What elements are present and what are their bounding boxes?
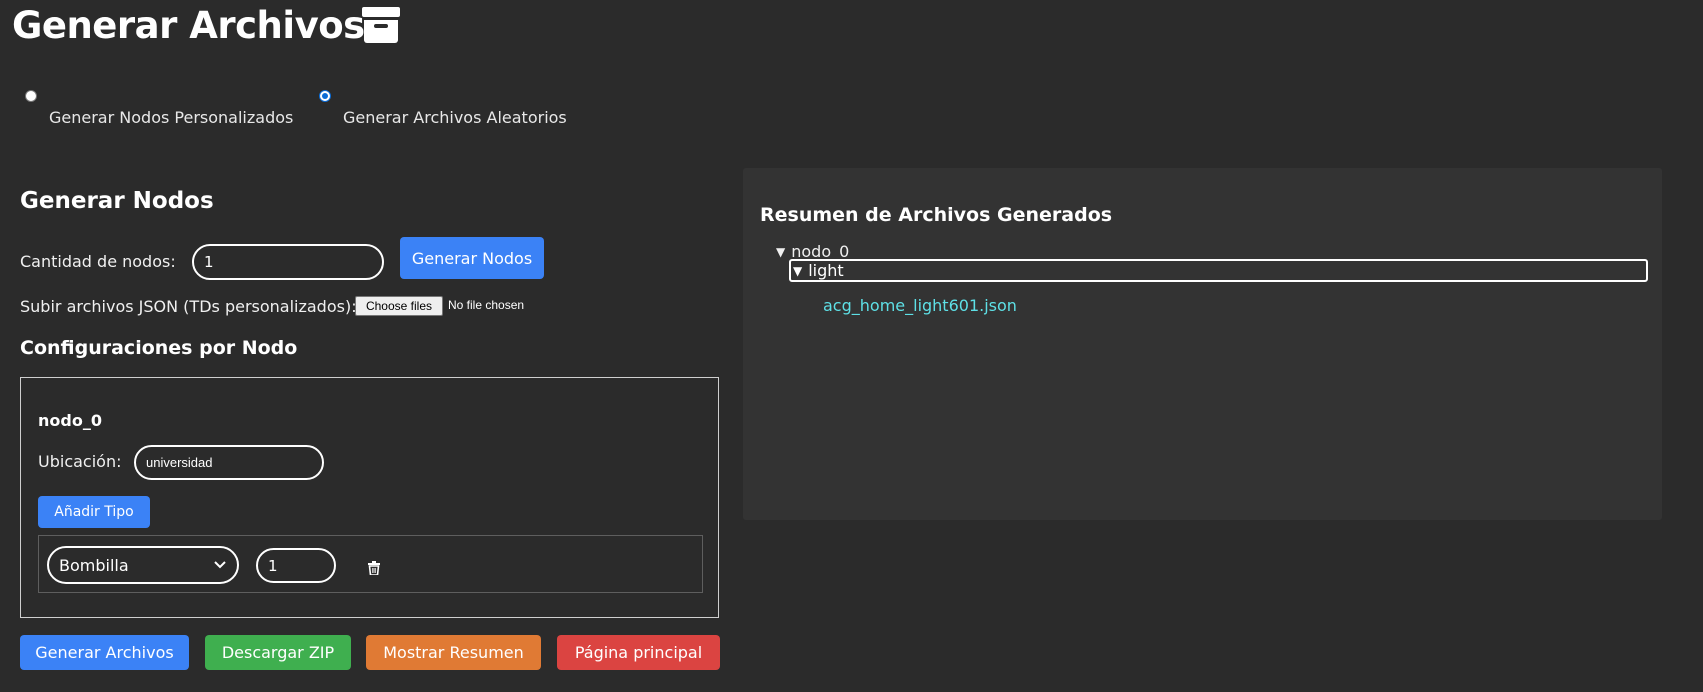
location-input[interactable]: universidad	[134, 445, 324, 480]
location-label: Ubicación:	[38, 452, 122, 471]
type-quantity-input[interactable]: 1	[256, 548, 336, 583]
node-count-input[interactable]: 1	[192, 244, 384, 280]
tree-folder-label: light	[808, 261, 844, 280]
expand-triangle-icon: ▼	[776, 244, 786, 259]
radio-option-custom-nodes[interactable]: Generar Nodos Personalizados	[25, 90, 293, 127]
radio-custom-nodes[interactable]	[25, 90, 37, 102]
radio-option-random-files[interactable]: Generar Archivos Aleatorios	[319, 90, 567, 127]
choose-files-button[interactable]: Choose files	[355, 296, 443, 316]
show-summary-button[interactable]: Mostrar Resumen	[366, 635, 541, 670]
tree-folder-light[interactable]: ▼ light	[789, 259, 1648, 282]
expand-triangle-icon: ▼	[793, 263, 803, 278]
home-page-button[interactable]: Página principal	[557, 635, 720, 670]
page-title: Generar Archivos	[12, 4, 365, 47]
summary-heading: Resumen de Archivos Generados	[760, 204, 1113, 226]
type-select[interactable]: Bombilla	[47, 546, 239, 584]
archive-icon	[362, 7, 400, 43]
node-name: nodo_0	[38, 411, 102, 430]
radio-label-custom-nodes: Generar Nodos Personalizados	[49, 108, 294, 127]
chevron-down-icon	[214, 561, 226, 569]
download-zip-button[interactable]: Descargar ZIP	[205, 635, 351, 670]
add-type-button[interactable]: Añadir Tipo	[38, 496, 150, 528]
generate-nodes-button[interactable]: Generar Nodos	[400, 237, 544, 279]
radio-label-random-files: Generar Archivos Aleatorios	[343, 108, 567, 127]
type-select-value: Bombilla	[59, 555, 129, 575]
trash-icon[interactable]	[367, 561, 381, 575]
generated-file-link[interactable]: acg_home_light601.json	[823, 296, 1017, 315]
generate-nodes-heading: Generar Nodos	[20, 188, 214, 214]
radio-random-files[interactable]	[319, 90, 331, 102]
generate-files-button[interactable]: Generar Archivos	[20, 635, 189, 670]
no-file-text: No file chosen	[448, 298, 525, 312]
upload-json-label: Subir archivos JSON (TDs personalizados)…	[20, 297, 357, 316]
node-config-heading: Configuraciones por Nodo	[20, 337, 298, 359]
node-count-label: Cantidad de nodos:	[20, 252, 176, 271]
